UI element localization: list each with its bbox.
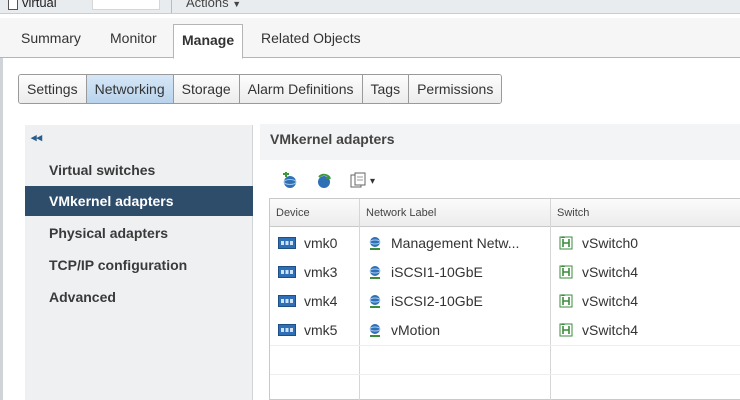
device-cell: vmk3 (278, 257, 358, 286)
nav-item-virtual-switches[interactable]: Virtual switches (25, 155, 253, 185)
switch-name: vSwitch4 (582, 292, 639, 309)
actions-menu-button[interactable]: Actions ▼ (186, 0, 241, 10)
network-label: iSCSI1-10GbE (391, 263, 483, 280)
vm-name: virtual (22, 0, 57, 10)
chevron-down-icon[interactable]: ▾ (370, 176, 375, 187)
device-name: vmk0 (304, 234, 338, 251)
network-label-cell: iSCSI1-10GbE (367, 257, 549, 286)
subtab-settings[interactable]: Settings (19, 75, 87, 103)
network-label: vMotion (391, 321, 441, 338)
column-header-network-label[interactable]: Network Label (360, 199, 550, 227)
virtual-switch-icon (559, 294, 573, 308)
adapter-toolbar: ▾ (278, 170, 375, 192)
port-group-icon (369, 266, 381, 280)
tab-related-objects[interactable]: Related Objects (261, 18, 361, 58)
tab-monitor[interactable]: Monitor (110, 18, 157, 58)
vmkernel-adapter-icon (278, 266, 296, 279)
header-divider (171, 0, 172, 13)
port-group-icon (369, 237, 381, 251)
tab-summary[interactable]: Summary (21, 18, 81, 58)
table-row[interactable]: vmk0 Management Netw... vSwitch0 (270, 228, 740, 257)
vmkernel-adapter-icon (278, 295, 296, 308)
vmkernel-adapter-icon (278, 237, 296, 250)
switch-cell: vSwitch4 (558, 286, 738, 315)
switch-cell: vSwitch0 (558, 228, 738, 257)
virtual-switch-icon (559, 265, 573, 279)
switch-name: vSwitch4 (582, 263, 639, 280)
table-row[interactable]: vmk3 iSCSI1-10GbE vSwitch4 (270, 257, 740, 286)
network-label: Management Netw... (391, 234, 520, 251)
device-name: vmk5 (304, 321, 338, 338)
switch-cell: vSwitch4 (558, 257, 738, 286)
actions-label: Actions (186, 0, 229, 10)
subtab-storage[interactable]: Storage (173, 75, 240, 103)
table-row[interactable]: vmk5 vMotion vSwitch4 (270, 315, 740, 344)
table-header: Device Network Label Switch (270, 199, 740, 227)
refresh-icon (318, 173, 331, 188)
column-header-device[interactable]: Device (270, 199, 359, 227)
virtual-switch-icon (559, 236, 573, 250)
network-label-cell: vMotion (367, 315, 549, 344)
vm-icon (8, 0, 18, 10)
sub-tabs: Settings Networking Storage Alarm Defini… (18, 74, 503, 104)
add-networking-icon (283, 172, 297, 188)
main-tabs: Summary Monitor Manage Related Objects (0, 18, 740, 59)
network-label-cell: Management Netw... (367, 228, 549, 257)
subtab-permissions[interactable]: Permissions (409, 75, 502, 103)
port-group-icon (369, 295, 381, 309)
switch-cell: vSwitch4 (558, 315, 738, 344)
subtab-tags[interactable]: Tags (362, 75, 410, 103)
edit-settings-button[interactable] (346, 171, 370, 191)
device-cell: vmk0 (278, 228, 358, 257)
chevron-down-icon: ▼ (232, 0, 242, 9)
device-name: vmk4 (304, 292, 338, 309)
device-cell: vmk5 (278, 315, 358, 344)
switch-name: vSwitch0 (582, 234, 639, 251)
vmkernel-adapters-table: Device Network Label Switch vmk0 Managem… (269, 198, 740, 400)
nav-item-tcpip-configuration[interactable]: TCP/IP configuration (25, 250, 253, 280)
add-networking-button[interactable] (278, 171, 302, 191)
device-name: vmk3 (304, 263, 338, 280)
tab-manage[interactable]: Manage (173, 24, 244, 59)
nav-item-advanced[interactable]: Advanced (25, 282, 253, 312)
device-cell: vmk4 (278, 286, 358, 315)
network-label-cell: iSCSI2-10GbE (367, 286, 549, 315)
network-label: iSCSI2-10GbE (391, 292, 483, 309)
virtual-switch-icon (559, 323, 573, 337)
refresh-button[interactable] (312, 171, 336, 191)
object-header: virtual Actions ▼ (0, 0, 740, 14)
nav-item-vmkernel-adapters[interactable]: VMkernel adapters (25, 186, 253, 216)
empty-row (270, 374, 740, 400)
table-row[interactable]: vmk4 iSCSI2-10GbE vSwitch4 (270, 286, 740, 315)
left-edge-border (0, 58, 3, 400)
page-title: VMkernel adapters (270, 131, 395, 147)
subtab-alarm-definitions[interactable]: Alarm Definitions (239, 75, 363, 103)
subtab-networking[interactable]: Networking (86, 75, 174, 103)
nav-item-physical-adapters[interactable]: Physical adapters (25, 218, 253, 248)
column-header-switch[interactable]: Switch (551, 199, 740, 227)
switch-name: vSwitch4 (582, 321, 639, 338)
networking-nav: ◂◂ Virtual switches VMkernel adapters Ph… (25, 125, 253, 400)
port-group-icon (369, 324, 381, 338)
vmkernel-adapter-icon (278, 324, 296, 337)
edit-settings-icon (350, 172, 366, 188)
empty-row (270, 345, 740, 374)
redacted-name-box (92, 0, 160, 10)
collapse-nav-icon[interactable]: ◂◂ (31, 131, 42, 144)
